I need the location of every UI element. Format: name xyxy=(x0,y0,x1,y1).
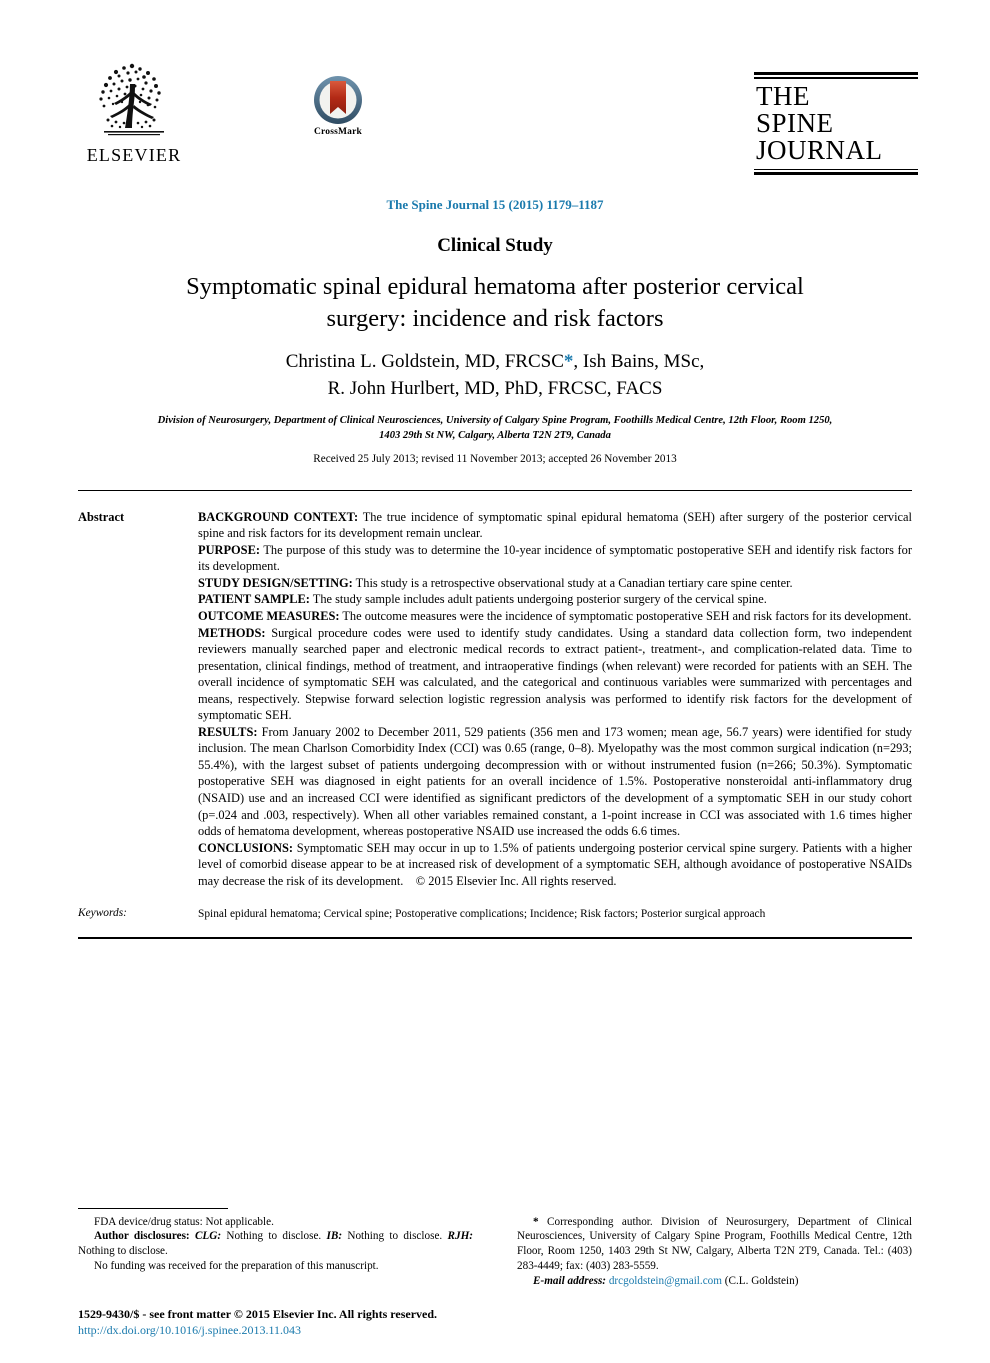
crossmark-label: CrossMark xyxy=(313,127,363,137)
abstract-heading: METHODS: xyxy=(198,625,266,640)
abstract-body: BACKGROUND CONTEXT: The true incidence o… xyxy=(198,509,912,890)
journal-logo-line-3: JOURNAL xyxy=(756,134,883,165)
journal-logo-line-1: THE xyxy=(756,80,810,111)
journal-article-page: ELSEVIER CrossMark THE SPINE JOURNAL The… xyxy=(0,58,990,1363)
disclosure-initials-ib: IB: xyxy=(326,1230,343,1243)
email-owner: (C.L. Goldstein) xyxy=(721,1275,799,1288)
crossmark-badge[interactable]: CrossMark xyxy=(273,74,403,137)
journal-citation[interactable]: The Spine Journal 15 (2015) 1179–1187 xyxy=(60,197,930,213)
email-note: E-mail address: drcgoldstein@gmail.com (… xyxy=(517,1274,912,1289)
abstract-paragraph: BACKGROUND CONTEXT: The true incidence o… xyxy=(198,509,912,542)
abstract-top-rule xyxy=(78,489,912,491)
abstract-text: This study is a retrospective observatio… xyxy=(352,575,793,590)
corresponding-author-note: * Corresponding author. Division of Neur… xyxy=(517,1215,912,1275)
email-link[interactable]: drcgoldstein@gmail.com xyxy=(606,1275,722,1287)
abstract-paragraph: PURPOSE: The purpose of this study was t… xyxy=(198,542,912,575)
abstract-heading: RESULTS: xyxy=(198,724,258,739)
abstract-text: Surgical procedure codes were used to id… xyxy=(198,625,912,723)
disclosure-initials-rjh: RJH: xyxy=(447,1230,474,1243)
copyright-block: 1529-9430/$ - see front matter © 2015 El… xyxy=(78,1306,437,1339)
abstract-paragraph: METHODS: Surgical procedure codes were u… xyxy=(198,625,912,724)
abstract-section: Abstract BACKGROUND CONTEXT: The true in… xyxy=(78,509,912,890)
abstract-text: From January 2002 to December 2011, 529 … xyxy=(198,724,912,839)
elsevier-tree-icon xyxy=(99,63,164,136)
abstract-heading: PATIENT SAMPLE: xyxy=(198,592,310,607)
author-list: Christina L. Goldstein, MD, FRCSC*, Ish … xyxy=(60,349,930,403)
disclosure-initials-clg: CLG: xyxy=(194,1230,222,1243)
abstract-paragraph: STUDY DESIGN/SETTING: This study is a re… xyxy=(198,575,912,592)
disclosure-text-clg: Nothing to disclose. xyxy=(221,1230,327,1243)
author-bains: , Ish Bains, MSc, xyxy=(573,350,705,372)
journal-logo-line-2: SPINE xyxy=(756,107,834,138)
abstract-text: Symptomatic SEH may occur in up to 1.5% … xyxy=(198,840,912,888)
footnote-right-column: * Corresponding author. Division of Neur… xyxy=(517,1215,912,1289)
page-title: Symptomatic spinal epidural hematoma aft… xyxy=(186,273,804,332)
author-line-2: R. John Hurlbert, MD, PhD, FRCSC, FACS xyxy=(327,377,663,399)
abstract-heading: PURPOSE: xyxy=(198,542,260,557)
footnote-separator-rule xyxy=(78,1207,228,1209)
affiliation: Division of Neurosurgery, Department of … xyxy=(70,413,920,443)
logo-rule-bot-thin xyxy=(754,168,918,170)
footnotes: FDA device/drug status: Not applicable. … xyxy=(78,1207,912,1289)
elsevier-wordmark: ELSEVIER xyxy=(86,145,182,165)
abstract-paragraph: OUTCOME MEASURES: The outcome measures w… xyxy=(198,608,912,625)
issn-copyright-line: 1529-9430/$ - see front matter © 2015 El… xyxy=(78,1306,438,1321)
fda-status-note: FDA device/drug status: Not applicable. xyxy=(94,1215,274,1228)
affiliation-line-2: 1403 29th St NW, Calgary, Alberta T2N 2T… xyxy=(379,429,611,441)
affiliation-line-1: Division of Neurosurgery, Department of … xyxy=(157,414,833,426)
abstract-paragraph: PATIENT SAMPLE: The study sample include… xyxy=(198,591,912,608)
abstract-heading: BACKGROUND CONTEXT: xyxy=(198,509,359,524)
abstract-text: The outcome measures were the incidence … xyxy=(339,608,912,623)
corresponding-author-marker[interactable]: * xyxy=(564,351,574,372)
abstract-paragraph: CONCLUSIONS: Symptomatic SEH may occur i… xyxy=(198,840,912,890)
logo-rule-bot-thick xyxy=(754,172,918,175)
email-label: E-mail address: xyxy=(533,1275,607,1288)
abstract-text: The study sample includes adult patients… xyxy=(309,592,767,607)
crossmark-icon xyxy=(314,76,362,124)
abstract-heading: CONCLUSIONS: xyxy=(198,840,294,855)
abstract-paragraph: RESULTS: From January 2002 to December 2… xyxy=(198,724,912,840)
article-history: Received 25 July 2013; revised 11 Novemb… xyxy=(313,452,677,465)
disclosure-text-rjh: Nothing to disclose. xyxy=(78,1245,168,1258)
keywords-label: Keywords: xyxy=(78,907,127,920)
author-line-1: Christina L. Goldstein, MD, FRCSC*, Ish … xyxy=(60,349,930,376)
corresponding-author-text: Corresponding author. Division of Neuros… xyxy=(517,1215,912,1273)
logo-rule-top-thick xyxy=(754,72,918,75)
author-goldstein: Christina L. Goldstein, MD, FRCSC xyxy=(285,350,564,372)
abstract-text: The purpose of this study was to determi… xyxy=(198,542,912,574)
spine-journal-logo: THE SPINE JOURNAL xyxy=(754,72,918,175)
funding-note: No funding was received for the preparat… xyxy=(94,1260,379,1273)
abstract-label: Abstract xyxy=(78,509,125,524)
elsevier-logo: ELSEVIER xyxy=(78,58,190,164)
author-disclosures-note: Author disclosures: CLG: Nothing to disc… xyxy=(78,1229,473,1259)
keywords-list: Spinal epidural hematoma; Cervical spine… xyxy=(198,908,766,921)
footnote-left-column: FDA device/drug status: Not applicable. … xyxy=(78,1215,473,1289)
disclosures-lead: Author disclosures: xyxy=(94,1230,195,1243)
keywords-section: Keywords: Spinal epidural hematoma; Cerv… xyxy=(78,907,912,922)
abstract-heading: OUTCOME MEASURES: xyxy=(198,608,340,623)
abstract-heading: STUDY DESIGN/SETTING: xyxy=(198,575,353,590)
doi-link[interactable]: http://dx.doi.org/10.1016/j.spinee.2013.… xyxy=(78,1322,437,1339)
article-section-label: Clinical Study xyxy=(437,235,553,256)
logo-bar: ELSEVIER CrossMark THE SPINE JOURNAL xyxy=(60,58,930,193)
abstract-bottom-rule xyxy=(78,936,912,940)
disclosure-text-ib: Nothing to disclose. xyxy=(342,1230,448,1243)
